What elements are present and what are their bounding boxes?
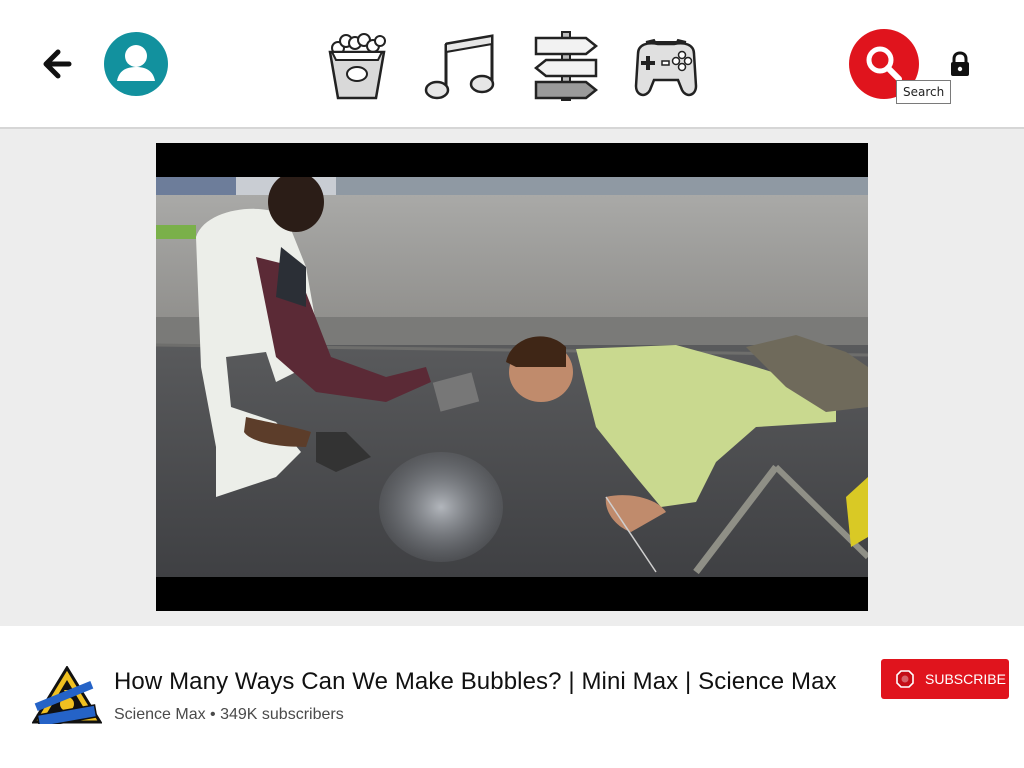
category-music-button[interactable]: [424, 30, 495, 102]
category-games-button[interactable]: [632, 30, 700, 102]
music-notes-icon: [424, 34, 495, 100]
lock-button[interactable]: [948, 51, 972, 77]
signpost-icon: [533, 31, 599, 101]
channel-logo[interactable]: [31, 665, 103, 728]
popcorn-icon: [328, 33, 386, 100]
arrow-left-icon: [43, 49, 72, 79]
video-title: How Many Ways Can We Make Bubbles? | Min…: [114, 668, 837, 695]
top-navigation-bar: Search: [0, 0, 1024, 129]
lock-icon: [951, 51, 969, 76]
category-movies-button[interactable]: [322, 30, 390, 102]
subscribe-button[interactable]: SUBSCRIBE: [881, 659, 1009, 699]
video-stage: [0, 129, 1024, 626]
video-info-bar: How Many Ways Can We Make Bubbles? | Min…: [0, 626, 1024, 768]
back-button[interactable]: [38, 46, 74, 82]
video-thumbnail-image: [156, 177, 868, 577]
profile-button[interactable]: [104, 32, 168, 96]
video-frame: [156, 177, 868, 577]
gamepad-icon: [634, 38, 698, 97]
user-avatar-icon: [104, 32, 168, 96]
search-tooltip: Search: [896, 80, 952, 104]
science-max-logo-icon: [31, 665, 103, 728]
video-player[interactable]: [156, 143, 868, 611]
category-explore-button[interactable]: [532, 30, 600, 102]
subscribe-label: SUBSCRIBE: [925, 671, 1006, 687]
subscribe-icon: [896, 670, 914, 688]
channel-meta: Science Max • 349K subscribers: [114, 706, 344, 723]
